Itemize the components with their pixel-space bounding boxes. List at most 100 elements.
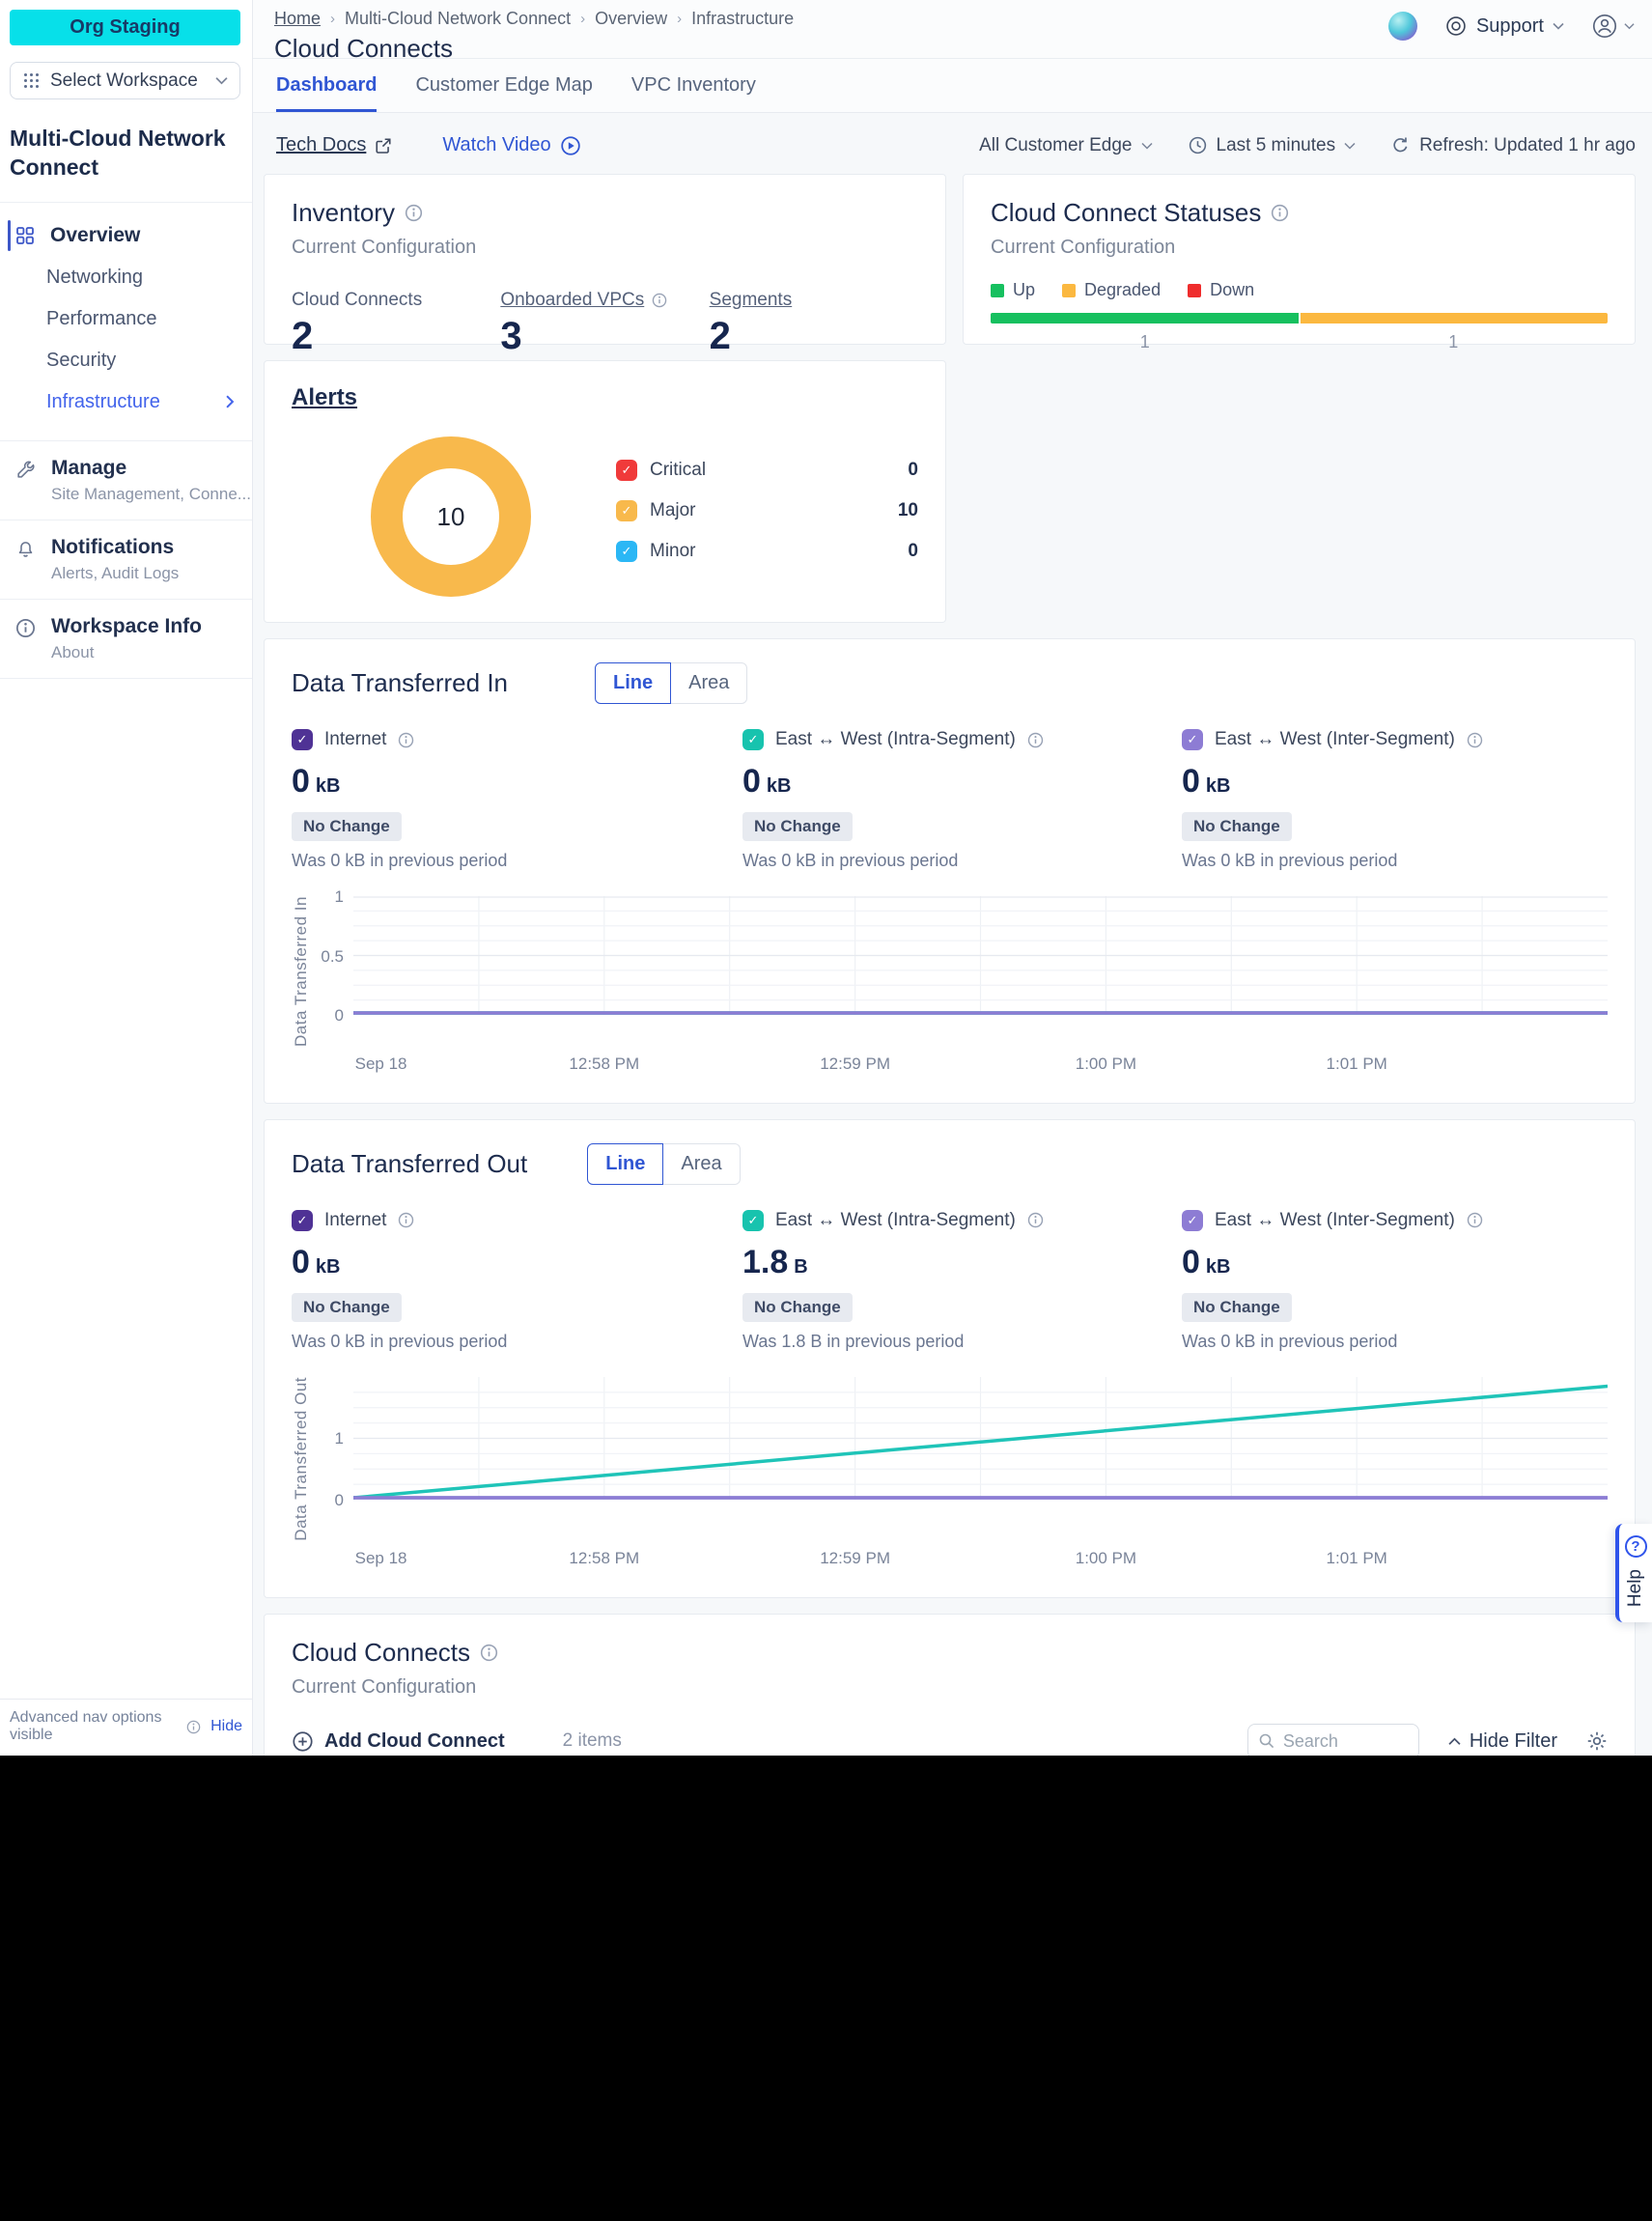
info-icon[interactable]: [1027, 1212, 1044, 1228]
chevron-down-icon: [215, 76, 228, 85]
alert-value: 10: [898, 500, 918, 521]
sidebar-item-manage[interactable]: Manage Site Management, Conne...: [0, 441, 252, 520]
search-input[interactable]: [1283, 1731, 1389, 1752]
sidebar-item-performance[interactable]: Performance: [0, 298, 252, 340]
data-out-title: Data Transferred Out: [292, 1149, 527, 1179]
page-header: Home › Multi-Cloud Network Connect › Ove…: [253, 0, 1652, 59]
refresh-button[interactable]: Refresh: Updated 1 hr ago: [1390, 135, 1636, 156]
tab-vpc-inventory[interactable]: VPC Inventory: [631, 74, 756, 112]
stat-label-link[interactable]: Segments: [710, 290, 793, 310]
tech-docs-link[interactable]: Tech Docs: [276, 134, 392, 156]
add-cloud-connect-button[interactable]: Add Cloud Connect: [292, 1730, 505, 1753]
toolbar-links: Tech Docs Watch Video: [276, 134, 581, 156]
breadcrumb-item[interactable]: Multi-Cloud Network Connect: [345, 9, 571, 29]
info-icon[interactable]: [652, 293, 667, 308]
alert-row-critical: Critical 0: [616, 460, 918, 481]
breadcrumb-item[interactable]: Infrastructure: [691, 9, 794, 29]
alerts-legend: Critical 0 Major 10 Minor 0: [616, 460, 918, 562]
sidebar-item-sublabel: About: [51, 643, 202, 662]
x-tick-label: Sep 18: [355, 1549, 407, 1568]
stat-label-link[interactable]: Onboarded VPCs: [500, 290, 644, 311]
sidebar-item-label: Security: [46, 350, 116, 372]
hide-nav-link[interactable]: Hide: [210, 1718, 242, 1735]
alerts-donut-chart: 10: [371, 436, 531, 597]
chevron-down-icon: [1553, 22, 1564, 30]
alert-label: Critical: [650, 460, 895, 481]
internet-checkbox[interactable]: [292, 1210, 313, 1231]
info-icon[interactable]: [398, 732, 414, 748]
sidebar-item-workspace-info[interactable]: Workspace Info About: [0, 600, 252, 678]
watch-video-link[interactable]: Watch Video: [442, 134, 580, 156]
change-badge: No Change: [742, 1293, 853, 1322]
tab-dashboard[interactable]: Dashboard: [276, 74, 377, 112]
items-count: 2 items: [563, 1730, 622, 1752]
tab-customer-edge-map[interactable]: Customer Edge Map: [415, 74, 592, 112]
header-actions: Support: [1388, 12, 1635, 41]
info-icon[interactable]: [1271, 204, 1289, 222]
sidebar-item-label: Workspace Info: [51, 615, 202, 638]
internet-checkbox[interactable]: [292, 729, 313, 750]
metric-label: East ↔ West (Intra-Segment): [775, 1210, 1016, 1231]
legend-label: Down: [1210, 280, 1254, 300]
metric-value: 0: [1182, 1244, 1200, 1280]
metric-caption: Was 0 kB in previous period: [292, 1332, 742, 1352]
alert-label: Minor: [650, 541, 895, 562]
gear-icon[interactable]: [1586, 1730, 1608, 1752]
change-badge: No Change: [292, 1293, 402, 1322]
sidebar-item-sublabel: Alerts, Audit Logs: [51, 564, 179, 583]
time-range-filter[interactable]: Last 5 minutes: [1188, 135, 1357, 156]
help-tab[interactable]: ? Help: [1615, 1524, 1652, 1622]
sidebar-item-label: Performance: [46, 308, 157, 330]
hide-filter-button[interactable]: Hide Filter: [1448, 1730, 1557, 1753]
inter-segment-checkbox[interactable]: [1182, 729, 1203, 750]
area-toggle-button[interactable]: Area: [671, 662, 747, 704]
grid-icon: [15, 226, 35, 245]
chevron-up-icon: [1448, 1737, 1461, 1746]
minor-checkbox[interactable]: [616, 541, 637, 562]
intra-segment-checkbox[interactable]: [742, 729, 764, 750]
clock-icon: [1188, 135, 1208, 155]
info-icon[interactable]: [480, 1644, 498, 1662]
sidebar-item-security[interactable]: Security: [0, 340, 252, 381]
sidebar-item-sublabel: Site Management, Conne...: [51, 485, 251, 504]
breadcrumb-home[interactable]: Home: [274, 9, 321, 29]
breadcrumb-item[interactable]: Overview: [595, 9, 667, 29]
x-tick-label: Sep 18: [355, 1054, 407, 1074]
divider: [0, 678, 252, 679]
data-out-card: Data Transferred Out Line Area Internet …: [264, 1119, 1636, 1598]
sidebar-item-notifications[interactable]: Notifications Alerts, Audit Logs: [0, 520, 252, 599]
search-box: [1247, 1724, 1419, 1756]
area-toggle-button[interactable]: Area: [663, 1143, 740, 1185]
inter-segment-checkbox[interactable]: [1182, 1210, 1203, 1231]
sidebar-item-networking[interactable]: Networking: [0, 257, 252, 298]
intra-segment-checkbox[interactable]: [742, 1210, 764, 1231]
x-tick-label: 1:00 PM: [1076, 1054, 1136, 1074]
workspace-selector[interactable]: Select Workspace: [10, 62, 240, 99]
line-toggle-button[interactable]: Line: [595, 662, 671, 704]
breadcrumb-separator: ›: [330, 11, 335, 27]
info-icon[interactable]: [405, 204, 423, 222]
support-label: Support: [1476, 15, 1544, 38]
data-out-line-chart: [353, 1377, 1608, 1541]
info-icon[interactable]: [1467, 1212, 1483, 1228]
toolbar: Tech Docs Watch Video All Customer Edge: [253, 113, 1652, 156]
info-icon[interactable]: [1467, 732, 1483, 748]
info-icon[interactable]: [398, 1212, 414, 1228]
user-menu[interactable]: [1591, 13, 1635, 40]
sidebar-item-overview[interactable]: Overview: [0, 214, 252, 257]
chevron-down-icon: [1141, 142, 1153, 150]
avatar-icon: [1591, 13, 1618, 40]
info-icon[interactable]: [1027, 732, 1044, 748]
legend-up: Up: [991, 280, 1035, 300]
customer-edge-filter[interactable]: All Customer Edge: [979, 135, 1152, 156]
metric-caption: Was 0 kB in previous period: [292, 851, 742, 871]
org-sphere-icon[interactable]: [1388, 12, 1417, 41]
major-checkbox[interactable]: [616, 500, 637, 521]
sidebar-item-infrastructure[interactable]: Infrastructure: [0, 381, 252, 423]
critical-checkbox[interactable]: [616, 460, 637, 481]
alerts-title-link[interactable]: Alerts: [292, 384, 918, 411]
line-toggle-button[interactable]: Line: [587, 1143, 663, 1185]
y-axis-title: Data Transferred Out: [292, 1377, 319, 1541]
breadcrumb-separator: ›: [580, 11, 585, 27]
support-menu[interactable]: Support: [1444, 14, 1564, 38]
